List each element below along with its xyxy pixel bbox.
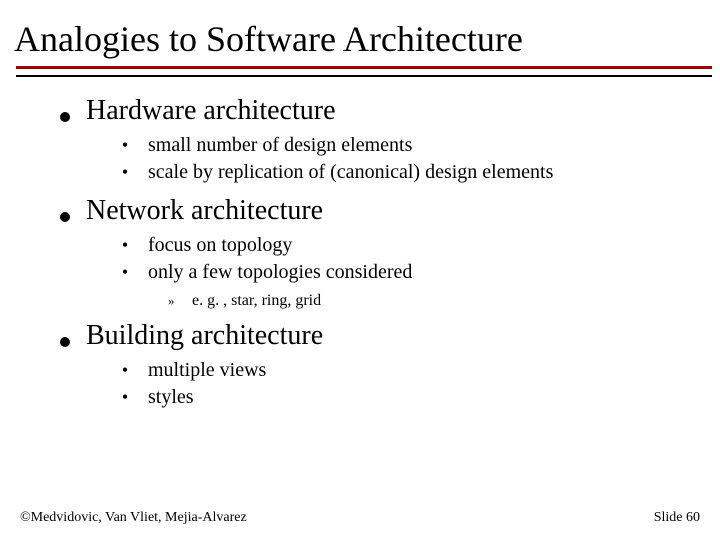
dot-icon — [60, 337, 70, 347]
bullet-icon: • — [120, 136, 130, 154]
bullet-lvl1: Network architecture — [60, 195, 710, 227]
lvl1-text: Hardware architecture — [86, 95, 336, 127]
lvl2-text: small number of design elements — [148, 133, 412, 158]
rule-red — [16, 66, 712, 69]
slide-body: Hardware architecture • small number of … — [0, 77, 720, 411]
bullet-lvl3: » e. g. , star, ring, grid — [168, 291, 710, 310]
bullet-icon: • — [120, 236, 130, 254]
lvl2-text: focus on topology — [148, 233, 292, 258]
bullet-icon: • — [120, 263, 130, 281]
footer-right: Slide 60 — [654, 510, 700, 526]
chevron-icon: » — [168, 294, 180, 307]
bullet-lvl2: • multiple views — [120, 358, 710, 383]
lvl2-text: scale by replication of (canonical) desi… — [148, 160, 553, 185]
bullet-lvl2: • styles — [120, 385, 710, 410]
footer-left: ©Medvidovic, Van Vliet, Mejia-Alvarez — [20, 510, 247, 526]
lvl2-list: • focus on topology • only a few topolog… — [120, 233, 710, 285]
bullet-lvl2: • only a few topologies considered — [120, 260, 710, 285]
footer: ©Medvidovic, Van Vliet, Mejia-Alvarez Sl… — [20, 510, 700, 526]
lvl2-text: styles — [148, 385, 194, 410]
lvl2-list: • multiple views • styles — [120, 358, 710, 410]
bullet-lvl2: • small number of design elements — [120, 133, 710, 158]
dot-icon — [60, 212, 70, 222]
lvl2-list: • small number of design elements • scal… — [120, 133, 710, 185]
lvl3-text: e. g. , star, ring, grid — [192, 291, 321, 310]
slide-title: Analogies to Software Architecture — [14, 20, 710, 60]
bullet-icon: • — [120, 361, 130, 379]
lvl2-text: only a few topologies considered — [148, 260, 412, 285]
slide: Analogies to Software Architecture Hardw… — [0, 0, 720, 540]
title-area: Analogies to Software Architecture — [0, 0, 720, 77]
bullet-lvl1: Building architecture — [60, 320, 710, 352]
bullet-lvl2: • focus on topology — [120, 233, 710, 258]
bullet-icon: • — [120, 163, 130, 181]
lvl1-text: Network architecture — [86, 195, 323, 227]
lvl2-text: multiple views — [148, 358, 266, 383]
bullet-icon: • — [120, 388, 130, 406]
lvl1-text: Building architecture — [86, 320, 323, 352]
bullet-lvl2: • scale by replication of (canonical) de… — [120, 160, 710, 185]
title-underline — [16, 66, 710, 77]
lvl3-list: » e. g. , star, ring, grid — [168, 291, 710, 310]
dot-icon — [60, 112, 70, 122]
bullet-lvl1: Hardware architecture — [60, 95, 710, 127]
